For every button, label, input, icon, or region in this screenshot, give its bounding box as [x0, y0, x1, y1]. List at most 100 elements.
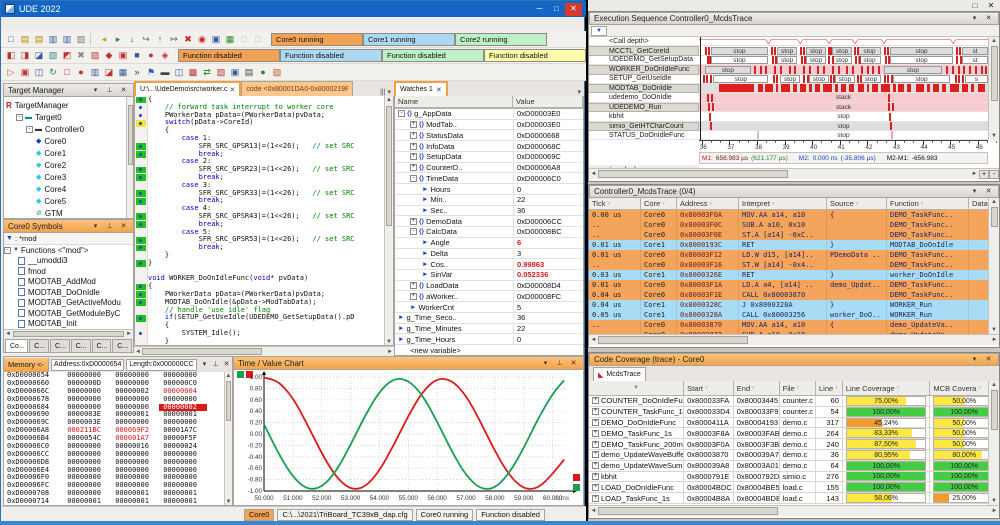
target-tree-scrollbar[interactable]	[126, 97, 133, 219]
breakpoint-toggle-icon[interactable]: ◨	[18, 49, 32, 62]
gutter-marker[interactable]	[135, 252, 148, 260]
exec-row-label[interactable]: MCCTL_GetCoreId	[589, 46, 699, 55]
breakpoint-list-icon[interactable]: ◧	[4, 49, 18, 62]
pin-icon[interactable]: ⊥	[104, 221, 115, 232]
expander-icon[interactable]: +	[410, 121, 417, 128]
gutter-marker[interactable]	[135, 143, 148, 151]
watch-row[interactable]: +{}DemoData0xD00006CC	[395, 216, 583, 227]
symbols-filter-text[interactable]: : *mod	[15, 234, 37, 243]
trace-col-core[interactable]: Core ▿	[641, 198, 677, 210]
coverage-vscrollbar[interactable]: ▲ ▼	[988, 381, 999, 505]
window-stack-icon[interactable]: □	[60, 66, 74, 79]
memory-vscrollbar[interactable]: ▲ ▼	[224, 372, 232, 506]
exec-row-lane[interactable]: stopstop	[699, 65, 988, 74]
pin-icon[interactable]: ⊥	[104, 85, 115, 96]
gutter-marker[interactable]	[135, 182, 148, 190]
watch-row[interactable]: -{}TimeData0xD00006C0	[395, 173, 583, 184]
run-to-cursor-icon[interactable]: ↦	[167, 33, 181, 46]
tree-item-targetmanager[interactable]: RTargetManager	[6, 99, 133, 111]
watch-row[interactable]: ►Delta3	[395, 249, 583, 260]
gutter-marker[interactable]	[135, 322, 148, 330]
exec-panel-header[interactable]: Execution Sequence Controller0_McdsTrace…	[589, 12, 999, 25]
trace-row[interactable]: 0.01 usCore00x80003F1ALD.A a4, [a14] ..d…	[589, 280, 999, 290]
trace-row[interactable]: ..Core00x80003870MOV.AA a14, a10{demo_Up…	[589, 320, 999, 330]
exec-row-lane[interactable]	[699, 37, 988, 46]
expander-icon[interactable]: +	[592, 408, 599, 415]
editor-vscrollbar[interactable]: ▲ ▼	[384, 96, 393, 346]
gutter-marker[interactable]	[135, 197, 148, 205]
code-line[interactable]: }	[135, 338, 393, 346]
symbols-header[interactable]: Core0 Symbols ▾ ⊥ ✕	[3, 219, 134, 233]
close-icon[interactable]: ✕	[568, 358, 579, 369]
watch-row[interactable]: ►Cos..0.99863	[395, 259, 583, 270]
symbols-tab-1[interactable]: C...	[29, 339, 49, 352]
expander-icon[interactable]: -	[4, 247, 11, 254]
watch-row[interactable]: -{}g_AppData0xD00003E0	[395, 109, 583, 120]
close-icon[interactable]: ✕	[983, 13, 994, 24]
analyze-icon[interactable]: ◈	[158, 49, 172, 62]
gutter-marker[interactable]	[135, 283, 148, 291]
coverage-tab-mcdstrace[interactable]: ◣ McdsTrace	[593, 367, 646, 381]
zoom-out-icon[interactable]: -	[989, 170, 999, 179]
gutter-marker[interactable]	[135, 174, 148, 182]
gutter-marker[interactable]	[135, 307, 148, 315]
exec-row-label[interactable]: MODTAB_DoOnIdle	[589, 84, 699, 93]
tree-item-core4[interactable]: ◆Core4	[6, 183, 133, 195]
gutter-marker[interactable]	[135, 96, 148, 104]
watch-row[interactable]: +{}StatusData0xD0000668	[395, 130, 583, 141]
exec-row-lane[interactable]: stop	[699, 122, 988, 131]
expander-icon[interactable]: +	[410, 218, 417, 225]
stop-debug-icon[interactable]: ✖	[181, 33, 195, 46]
tab-close-icon[interactable]: ✕	[436, 86, 442, 94]
gutter-marker[interactable]	[135, 244, 148, 252]
monitor-window-icon[interactable]: ▤	[242, 66, 256, 79]
expander-icon[interactable]: +	[410, 164, 417, 171]
exec-row-lane[interactable]: stop	[699, 131, 988, 140]
symbol-item[interactable]: fmod	[4, 266, 133, 277]
gutter-marker[interactable]	[135, 119, 148, 127]
coverage-col-function[interactable]: ▼	[589, 381, 684, 396]
close-button[interactable]: ✕	[565, 3, 582, 16]
expander-icon[interactable]: +	[592, 419, 599, 426]
trace-row[interactable]: ..Core00x80003F0EST.A [a14] -0xC..DEMO_T…	[589, 230, 999, 240]
symbols-tab-2[interactable]: C...	[50, 339, 70, 352]
run-button-icon[interactable]: ▸	[111, 33, 125, 46]
code-line[interactable]: if(SETUP_GetUseIdle(UDEDEMO_GetSetupData…	[135, 314, 393, 322]
exec-row-lane[interactable]	[699, 84, 988, 93]
trace-col-address[interactable]: Address ▿	[677, 198, 739, 210]
gutter-marker[interactable]	[135, 151, 148, 159]
tree-item-target0[interactable]: -▬Target0	[6, 111, 133, 123]
watch-row[interactable]: ►g_Time_Hours0	[395, 334, 583, 345]
tab-list-icon[interactable]: ||| ▾	[380, 88, 394, 96]
save-all-icon[interactable]: ▥	[60, 33, 74, 46]
close-icon[interactable]: ✕	[984, 1, 998, 10]
memory-row[interactable]: 0xD0000714 00000001 00000001 00000001	[7, 498, 232, 506]
coverage-row[interactable]: +DEMO_DoOnIdleFunc0x8000411A0x80004193de…	[589, 418, 999, 429]
exec-row-lane[interactable]: stopstopstopstopstopstopst	[699, 56, 988, 65]
new-file-icon[interactable]: □	[4, 33, 18, 46]
trace-stop-icon[interactable]: ✖	[74, 49, 88, 62]
watch-row[interactable]: +{}LoadData0xD00008D4	[395, 281, 583, 292]
expander-icon[interactable]: +	[410, 143, 417, 150]
close-icon[interactable]: ✕	[221, 359, 232, 370]
step-over-icon[interactable]: ↪	[139, 33, 153, 46]
coverage-row[interactable]: +DEMO_TaskFunc_1s0x80003F8A0x80003FABdem…	[589, 428, 999, 439]
chart-header[interactable]: Time / Value Chart ▾ ⊥ ✕	[233, 356, 584, 370]
symbol-item[interactable]: MODTAB_AddMod	[4, 277, 133, 288]
gutter-marker[interactable]	[135, 190, 148, 198]
code-line[interactable]: SYSTEM_Idle();	[135, 330, 393, 338]
coverage-col-line[interactable]: Line ▿	[816, 381, 843, 396]
dropdown-icon[interactable]: ▾	[90, 85, 101, 96]
trace-row[interactable]: 0.01 usCore00x80003F12LD.W d15, [a14]..P…	[589, 250, 999, 260]
profile-view-icon[interactable]: ◆	[102, 49, 116, 62]
minimize-button[interactable]: ─	[531, 3, 548, 16]
chip-view-icon[interactable]: ▦	[223, 33, 237, 46]
watch-row[interactable]: +{}InfoData0xD000068C	[395, 141, 583, 152]
reset-target-icon[interactable]: ◉	[195, 33, 209, 46]
trace-start-icon[interactable]: ◩	[60, 49, 74, 62]
exec-row-lane[interactable]: stack	[699, 103, 988, 112]
window-registers-icon[interactable]: ↻	[46, 66, 60, 79]
coverage-col-line-coverage[interactable]: Line Coverage ▿	[843, 381, 931, 396]
watch-row[interactable]: ►WorkerCnt5	[395, 302, 583, 313]
flag-marker-icon[interactable]: ⚑	[144, 66, 158, 79]
